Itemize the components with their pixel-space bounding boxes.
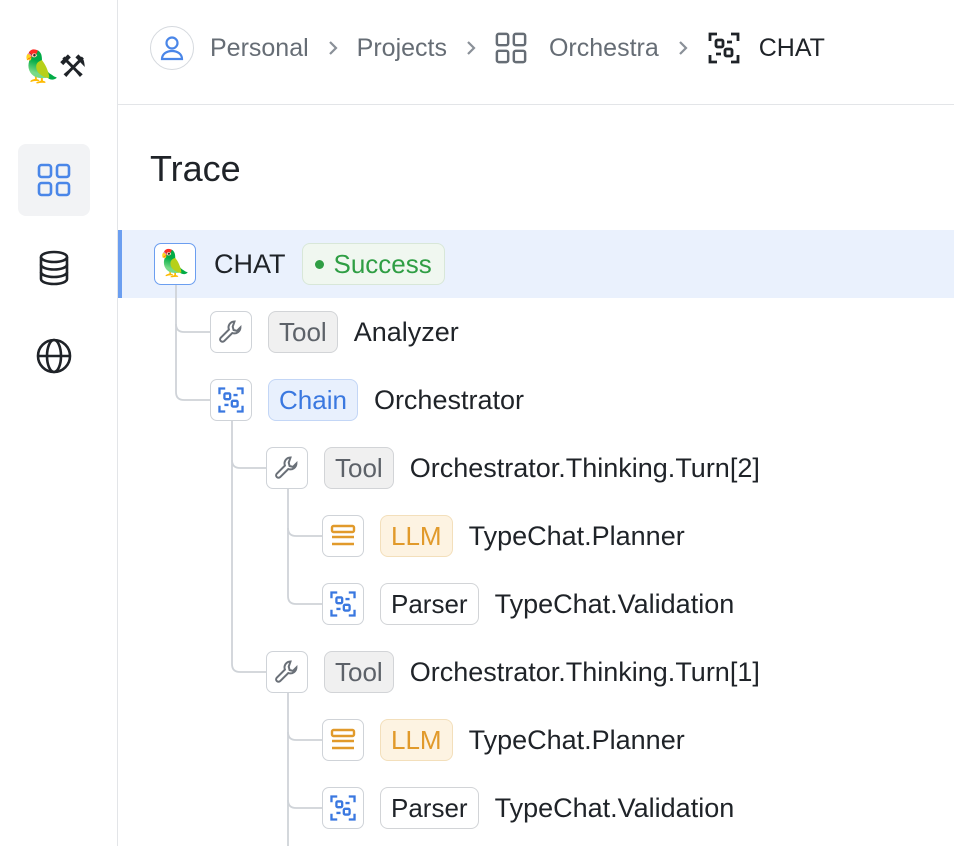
breadcrumb-chat[interactable]: CHAT xyxy=(759,34,825,63)
trace-node[interactable]: LLM TypeChat.Planner xyxy=(322,718,685,762)
database-icon xyxy=(39,250,69,286)
breadcrumb: Personal Projects Orchestra CHAT xyxy=(150,25,825,71)
sidebar-item-dashboard[interactable] xyxy=(18,144,90,216)
parrot-icon: 🦜 xyxy=(154,243,196,285)
status-dot-icon xyxy=(314,259,324,269)
status-badge: Success xyxy=(301,243,445,285)
chevron-right-icon xyxy=(677,39,689,57)
wrench-icon xyxy=(266,447,308,489)
node-name: Orchestrator xyxy=(373,384,524,415)
trace-node[interactable]: Chain Orchestrator xyxy=(210,378,524,422)
chain-icon xyxy=(210,379,252,421)
node-type-badge: Parser xyxy=(380,583,479,625)
trace-node[interactable]: Parser TypeChat.Validation xyxy=(322,786,734,830)
node-type-badge: Tool xyxy=(324,651,394,693)
chevron-right-icon xyxy=(327,39,339,57)
node-name: Orchestrator.Thinking.Turn[1] xyxy=(409,656,760,687)
breadcrumb-personal[interactable]: Personal xyxy=(210,34,309,63)
sidebar-item-web[interactable] xyxy=(18,320,90,392)
node-type-badge: LLM xyxy=(380,515,453,557)
sidebar-item-datasets[interactable] xyxy=(18,232,90,304)
node-name: CHAT xyxy=(214,248,286,279)
wrench-icon xyxy=(210,311,252,353)
trace-node[interactable]: LLM TypeChat.Planner xyxy=(322,514,685,558)
llm-icon xyxy=(322,719,364,761)
grid-icon xyxy=(37,163,71,197)
node-name: Analyzer xyxy=(353,316,459,347)
user-avatar[interactable] xyxy=(150,26,194,70)
user-icon xyxy=(160,36,184,61)
node-name: TypeChat.Planner xyxy=(468,520,685,551)
node-name: TypeChat.Planner xyxy=(468,724,685,755)
wrench-icon xyxy=(266,651,308,693)
trace-node[interactable]: Parser TypeChat.Validation xyxy=(322,582,734,626)
chain-icon xyxy=(322,583,364,625)
globe-icon xyxy=(36,338,72,374)
trace-node[interactable]: Tool Orchestrator.Thinking.Turn[1] xyxy=(266,650,760,694)
node-type-badge: Tool xyxy=(268,311,338,353)
trace-node[interactable]: Tool Orchestrator.Thinking.Turn[2] xyxy=(266,446,760,490)
node-type-badge: Parser xyxy=(380,787,479,829)
top-header: Personal Projects Orchestra CHAT xyxy=(118,0,954,105)
chevron-right-icon xyxy=(465,39,477,57)
grid-icon xyxy=(495,32,527,64)
node-type-badge: Chain xyxy=(268,379,358,421)
trace-node-root[interactable]: 🦜 CHAT Success xyxy=(154,242,445,286)
sidebar: 🦜⚒ xyxy=(0,0,118,846)
breadcrumb-orchestra[interactable]: Orchestra xyxy=(549,34,659,63)
llm-icon xyxy=(322,515,364,557)
status-label: Success xyxy=(333,248,432,279)
node-name: TypeChat.Validation xyxy=(494,588,735,619)
chain-icon xyxy=(322,787,364,829)
trace-node[interactable]: Tool Analyzer xyxy=(210,310,459,354)
node-type-badge: Tool xyxy=(324,447,394,489)
page-title: Trace xyxy=(150,148,241,189)
app-logo[interactable]: 🦜⚒ xyxy=(22,49,92,85)
chain-icon xyxy=(708,32,740,64)
breadcrumb-projects[interactable]: Projects xyxy=(357,34,447,63)
node-name: TypeChat.Validation xyxy=(494,792,735,823)
node-type-badge: LLM xyxy=(380,719,453,761)
node-name: Orchestrator.Thinking.Turn[2] xyxy=(409,452,760,483)
